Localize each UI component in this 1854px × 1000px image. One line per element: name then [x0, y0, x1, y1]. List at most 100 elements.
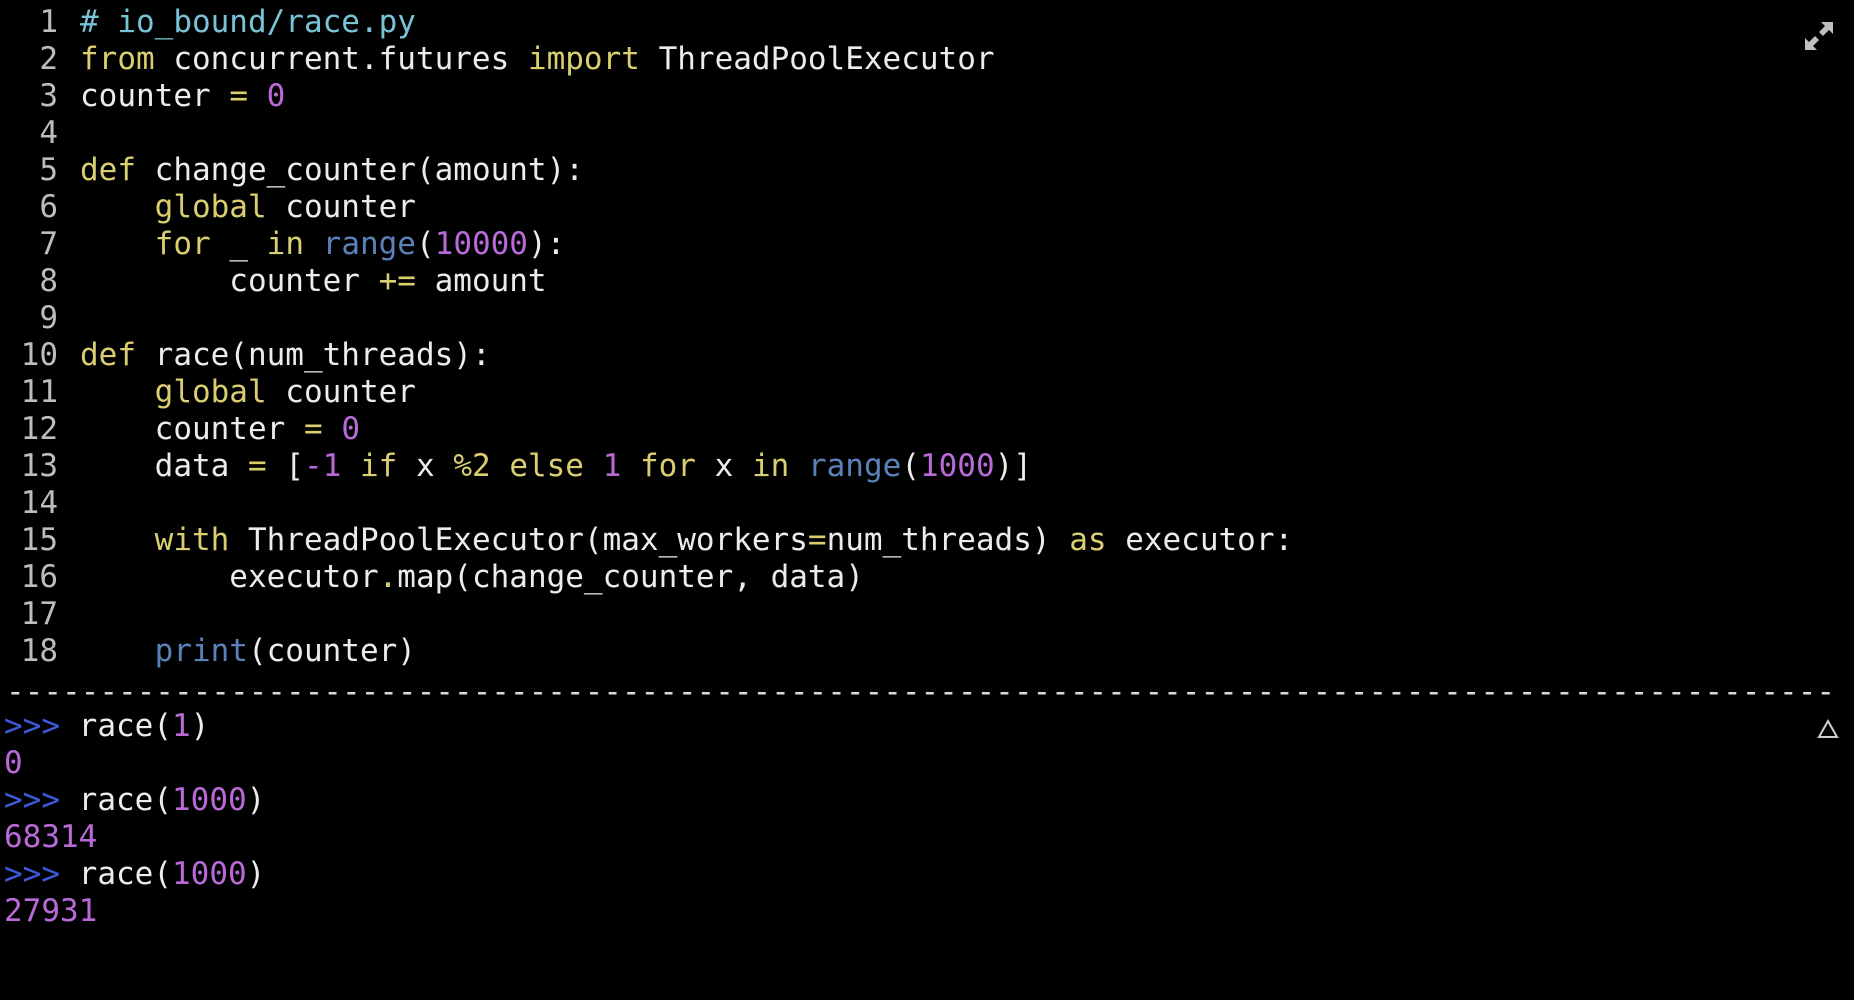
code-token: import: [527, 41, 640, 77]
repl-output: 68314: [4, 819, 98, 855]
repl-argument: 1000: [172, 782, 247, 818]
code-token: executor:: [1106, 522, 1294, 558]
code-token: def: [80, 152, 136, 188]
code-line: 7 for _ in range(10000):: [0, 226, 1854, 263]
repl-output: 27931: [4, 893, 98, 929]
code-token: 0: [341, 411, 360, 447]
code-text: counter += amount: [80, 263, 547, 300]
code-line: 18 print(counter): [0, 633, 1854, 670]
code-line: 10 def race(num_threads):: [0, 337, 1854, 374]
code-token: [: [266, 448, 304, 484]
code-token: %2: [453, 448, 491, 484]
repl-argument: 1000: [172, 856, 247, 892]
code-text: counter = 0: [80, 78, 285, 115]
line-number: 10: [20, 337, 58, 373]
code-line: 14: [0, 485, 1854, 522]
code-token: print: [154, 633, 248, 669]
code-token: x: [695, 448, 752, 484]
code-text: executor.map(change_counter, data): [80, 559, 864, 596]
code-token: concurrent.futures: [154, 41, 528, 77]
triangle-up-icon: [1817, 718, 1839, 738]
line-number: 6: [39, 189, 58, 225]
code-token: if: [359, 448, 398, 484]
code-token: for: [639, 448, 696, 484]
code-text: global counter: [80, 374, 416, 411]
code-line: 5 def change_counter(amount):: [0, 152, 1854, 189]
code-text: # io_bound/race.py: [80, 4, 416, 41]
code-text: def race(num_threads):: [80, 337, 491, 374]
line-number: 7: [39, 226, 58, 262]
code-token: -1: [303, 448, 342, 484]
line-number: 13: [20, 448, 58, 484]
code-token: # io_bound/race.py: [80, 4, 416, 40]
code-token: 10000: [434, 226, 528, 262]
line-number: 2: [39, 41, 58, 77]
line-number: 12: [20, 411, 58, 447]
code-token: ThreadPoolExecutor: [639, 41, 995, 77]
code-token: change_counter(amount):: [136, 152, 584, 188]
code-token: 1000: [919, 448, 995, 484]
code-token: global: [154, 189, 267, 225]
code-token: data: [80, 448, 248, 484]
line-number: 16: [20, 559, 58, 595]
code-line: 13 data = [-1 if x %2 else 1 for x in ra…: [0, 448, 1854, 485]
code-text: data = [-1 if x %2 else 1 for x in range…: [80, 448, 1032, 485]
repl-input-line: >>> race(1000): [4, 856, 266, 892]
line-number: 17: [20, 596, 58, 632]
code-token: counter: [80, 78, 230, 114]
code-token: num_threads): [826, 522, 1070, 558]
line-number: 5: [39, 152, 58, 188]
repl-input-line: >>> race(1000): [4, 782, 266, 818]
code-token: in: [751, 448, 790, 484]
line-number: 3: [39, 78, 58, 114]
code-token: _: [210, 226, 267, 262]
expand-button[interactable]: [1801, 18, 1837, 54]
expand-icon: [1805, 22, 1833, 50]
code-token: ThreadPoolExecutor(max_workers: [229, 522, 808, 558]
repl-input-line: >>> race(1): [4, 708, 210, 744]
code-line: 3 counter = 0: [0, 78, 1854, 115]
code-token: race(num_threads):: [136, 337, 491, 373]
code-text: print(counter): [80, 633, 416, 670]
code-token: map(change_counter, data): [397, 559, 864, 595]
code-token: +=: [378, 263, 416, 299]
code-token: as: [1069, 522, 1107, 558]
repl-prompt: >>>: [4, 708, 60, 744]
code-token: =: [229, 78, 248, 114]
line-number: 15: [20, 522, 58, 558]
scroll-up-button[interactable]: [1817, 718, 1839, 740]
code-token: counter: [266, 189, 416, 225]
code-line: 9: [0, 300, 1854, 337]
repl-console[interactable]: >>> race(1) 0 >>> race(1000) 68314 >>> race(…: [4, 708, 1844, 930]
repl-command: race: [78, 856, 154, 892]
code-editor[interactable]: 1 # io_bound/race.py 2 from concurrent.futu…: [0, 4, 1854, 670]
code-text: def change_counter(amount):: [80, 152, 584, 189]
repl-prompt: >>>: [4, 856, 60, 892]
code-token: amount: [415, 263, 547, 299]
code-line: 17: [0, 596, 1854, 633]
repl-argument: 1: [172, 708, 191, 744]
code-token: =: [303, 411, 323, 447]
code-line: 11 global counter: [0, 374, 1854, 411]
code-token: ):: [527, 226, 566, 262]
line-number: 14: [20, 485, 58, 521]
code-token: counter: [266, 374, 416, 410]
line-number: 8: [39, 263, 58, 299]
code-text: global counter: [80, 189, 416, 226]
code-line: 15 with ThreadPoolExecutor(max_workers=n…: [0, 522, 1854, 559]
repl-command: race: [78, 782, 154, 818]
code-token: (: [415, 226, 435, 262]
code-token: with: [154, 522, 230, 558]
repl-command: race: [78, 708, 154, 744]
line-number: 4: [39, 115, 58, 151]
repl-output: 0: [4, 745, 23, 781]
code-line: 12 counter = 0: [0, 411, 1854, 448]
